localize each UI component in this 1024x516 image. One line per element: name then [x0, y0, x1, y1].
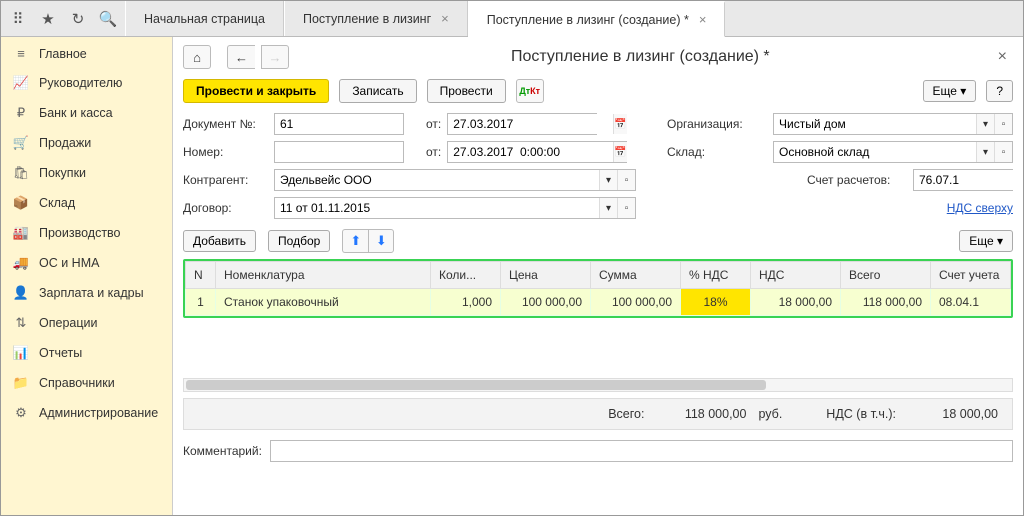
org-label: Организация: [667, 117, 767, 131]
apps-icon[interactable]: ⠿ [7, 8, 29, 30]
report-icon: 📊 [13, 345, 29, 361]
factory-icon: 🏭 [13, 225, 29, 241]
chart-icon: 📈 [13, 75, 29, 91]
totals-bar: Всего: 118 000,00 руб. НДС (в т.ч.): 18 … [183, 398, 1013, 430]
open-icon[interactable]: ▫ [994, 114, 1012, 134]
dropdown-icon[interactable]: ▾ [976, 114, 994, 134]
folder-icon: 📁 [13, 375, 29, 391]
sidebar-item-sales[interactable]: 🛒Продажи [1, 128, 172, 158]
from-label: от: [426, 117, 441, 131]
counterparty-input[interactable] [275, 170, 599, 190]
dtkt-button[interactable]: ДтКт [516, 79, 544, 103]
post-button[interactable]: Провести [427, 79, 506, 103]
add-row-button[interactable]: Добавить [183, 230, 256, 252]
select-button[interactable]: Подбор [268, 230, 330, 252]
star-icon[interactable]: ★ [37, 8, 59, 30]
sidebar-item-warehouse[interactable]: 📦Склад [1, 188, 172, 218]
more-button[interactable]: Еще ▾ [923, 80, 977, 102]
sidebar-item-production[interactable]: 🏭Производство [1, 218, 172, 248]
calendar-icon[interactable]: 📅 [613, 114, 626, 134]
tab-home[interactable]: Начальная страница [125, 1, 284, 36]
menu-icon: ≡ [13, 46, 29, 61]
sidebar-item-manager[interactable]: 📈Руководителю [1, 68, 172, 98]
sidebar-item-bank[interactable]: ₽Банк и касса [1, 98, 172, 128]
sidebar-item-operations[interactable]: ⇅Операции [1, 308, 172, 338]
doc-no-input[interactable] [274, 113, 404, 135]
warehouse-input[interactable] [774, 142, 976, 162]
sidebar-item-purchases[interactable]: 🛍Покупки [1, 158, 172, 188]
ruble-icon: ₽ [13, 105, 29, 121]
main-content: ⌂ ← → Поступление в лизинг (создание) * … [173, 37, 1023, 515]
warehouse-label: Склад: [667, 145, 767, 159]
contract-label: Договор: [183, 201, 268, 215]
sidebar-item-main[interactable]: ≡Главное [1, 39, 172, 68]
cart-icon: 🛒 [13, 135, 29, 151]
person-icon: 👤 [13, 285, 29, 301]
col-vat[interactable]: НДС [751, 262, 841, 289]
close-icon[interactable]: × [441, 11, 449, 26]
tab-leasing[interactable]: Поступление в лизинг× [284, 1, 468, 36]
sidebar-item-salary[interactable]: 👤Зарплата и кадры [1, 278, 172, 308]
col-acct[interactable]: Счет учета [931, 262, 1011, 289]
calendar-icon[interactable]: 📅 [613, 142, 626, 162]
col-n[interactable]: N [186, 262, 216, 289]
number-input[interactable] [274, 141, 404, 163]
horizontal-scrollbar[interactable] [183, 378, 1013, 392]
col-name[interactable]: Номенклатура [216, 262, 431, 289]
tab-leasing-create[interactable]: Поступление в лизинг (создание) *× [468, 1, 726, 37]
top-toolbar: ⠿ ★ ↻ 🔍 Начальная страница Поступление в… [1, 1, 1023, 37]
home-button[interactable]: ⌂ [183, 45, 211, 69]
col-vat-pct[interactable]: % НДС [681, 262, 751, 289]
search-icon[interactable]: 🔍 [97, 8, 119, 30]
dropdown-icon[interactable]: ▾ [599, 198, 617, 218]
box-icon: 📦 [13, 195, 29, 211]
dropdown-icon[interactable]: ▾ [599, 170, 617, 190]
bag-icon: 🛍 [13, 165, 29, 181]
acct-label: Счет расчетов: [807, 173, 907, 187]
contract-input[interactable] [275, 198, 599, 218]
vat-mode-link[interactable]: НДС сверху [947, 201, 1013, 215]
acct-input[interactable] [914, 170, 1023, 190]
close-icon[interactable]: × [699, 12, 707, 27]
forward-button[interactable]: → [261, 45, 289, 69]
grid-more-button[interactable]: Еще ▾ [959, 230, 1013, 252]
dropdown-icon[interactable]: ▾ [976, 142, 994, 162]
back-button[interactable]: ← [227, 45, 255, 69]
sidebar-item-reports[interactable]: 📊Отчеты [1, 338, 172, 368]
sidebar-item-catalogs[interactable]: 📁Справочники [1, 368, 172, 398]
open-icon[interactable]: ▫ [617, 198, 635, 218]
col-qty[interactable]: Коли... [431, 262, 501, 289]
post-and-close-button[interactable]: Провести и закрыть [183, 79, 329, 103]
sidebar: ≡Главное 📈Руководителю ₽Банк и касса 🛒Пр… [1, 37, 173, 515]
help-button[interactable]: ? [986, 80, 1013, 102]
history-icon[interactable]: ↻ [67, 8, 89, 30]
org-input[interactable] [774, 114, 976, 134]
open-icon[interactable]: ▫ [617, 170, 635, 190]
transfer-icon: ⇅ [13, 315, 29, 331]
col-total[interactable]: Всего [841, 262, 931, 289]
number-label: Номер: [183, 145, 268, 159]
doc-no-label: Документ №: [183, 117, 268, 131]
truck-icon: 🚚 [13, 255, 29, 271]
col-sum[interactable]: Сумма [591, 262, 681, 289]
move-down-button[interactable]: ⬇ [368, 229, 394, 253]
save-button[interactable]: Записать [339, 79, 416, 103]
sidebar-item-admin[interactable]: ⚙Администрирование [1, 398, 172, 428]
comment-label: Комментарий: [183, 444, 262, 458]
date2-input[interactable] [448, 142, 613, 162]
comment-input[interactable] [270, 440, 1013, 462]
move-up-button[interactable]: ⬆ [342, 229, 368, 253]
counterparty-label: Контрагент: [183, 173, 268, 187]
gear-icon: ⚙ [13, 405, 29, 421]
items-grid: N Номенклатура Коли... Цена Сумма % НДС … [183, 259, 1013, 318]
col-price[interactable]: Цена [501, 262, 591, 289]
table-row[interactable]: 1 Станок упаковочный 1,000 100 000,00 10… [186, 289, 1011, 316]
date1-input[interactable] [448, 114, 613, 134]
open-icon[interactable]: ▫ [994, 142, 1012, 162]
page-title: Поступление в лизинг (создание) * [295, 48, 986, 66]
sidebar-item-assets[interactable]: 🚚ОС и НМА [1, 248, 172, 278]
from-label-2: от: [426, 145, 441, 159]
close-page-button[interactable]: × [992, 48, 1013, 66]
